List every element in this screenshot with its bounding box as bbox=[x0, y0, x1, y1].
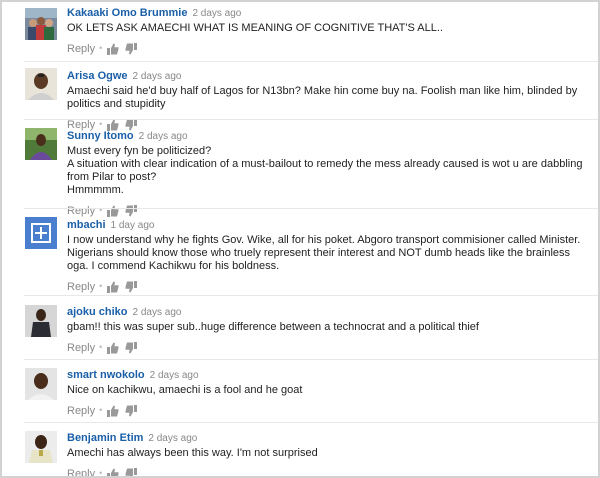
comment-author[interactable]: Arisa Ogwe bbox=[67, 70, 128, 82]
thumbs-down-icon[interactable] bbox=[125, 342, 138, 357]
comment-text: Amaechi said he'd buy half of Lagos for … bbox=[67, 85, 594, 111]
comment-divider bbox=[24, 61, 598, 62]
comment-divider bbox=[24, 359, 598, 360]
thumbs-up-icon[interactable] bbox=[107, 405, 119, 420]
comment-author[interactable]: Sunny Itomo bbox=[67, 130, 134, 142]
reply-link[interactable]: Reply bbox=[67, 43, 95, 55]
comment-text-line: Amechi has always been this way. I'm not… bbox=[67, 447, 318, 459]
thumbs-down-icon[interactable] bbox=[125, 468, 138, 476]
comment-text-line: Hmmmmm. bbox=[67, 184, 124, 196]
separator-dot: • bbox=[99, 43, 103, 53]
comment-divider bbox=[24, 295, 598, 296]
comment-actions: Reply • bbox=[67, 41, 594, 55]
comment-divider bbox=[24, 119, 598, 120]
comment-author[interactable]: mbachi bbox=[67, 219, 106, 231]
comment-author[interactable]: Kakaaki Omo Brummie bbox=[67, 7, 187, 19]
comment-time[interactable]: 2 days ago bbox=[148, 433, 197, 444]
separator-dot: • bbox=[99, 468, 103, 478]
comment-time[interactable]: 2 days ago bbox=[133, 307, 182, 318]
comment-time[interactable]: 2 days ago bbox=[192, 8, 241, 19]
comment-item: Sunny Itomo 2 days ago Must every fyn be … bbox=[2, 124, 598, 217]
reply-link[interactable]: Reply bbox=[67, 281, 95, 293]
avatar[interactable] bbox=[25, 368, 57, 400]
separator-dot: • bbox=[99, 281, 103, 291]
thumbs-up-icon[interactable] bbox=[107, 342, 119, 357]
comments-panel: Kakaaki Omo Brummie 2 days ago OK LETS AS… bbox=[0, 0, 600, 478]
comment-time[interactable]: 1 day ago bbox=[111, 220, 155, 231]
thumbs-up-icon[interactable] bbox=[107, 43, 119, 58]
comment-item: Kakaaki Omo Brummie 2 days ago OK LETS AS… bbox=[2, 2, 598, 62]
comment-text: Must every fyn be politicized? A situati… bbox=[67, 145, 594, 197]
avatar[interactable] bbox=[25, 68, 57, 100]
avatar[interactable] bbox=[25, 8, 57, 40]
comment-text-line: I now understand why he fights Gov. Wike… bbox=[67, 234, 581, 272]
comment-time[interactable]: 2 days ago bbox=[139, 131, 188, 142]
avatar[interactable] bbox=[25, 431, 57, 463]
separator-dot: • bbox=[99, 405, 103, 415]
comment-text-line: Must every fyn be politicized? bbox=[67, 145, 212, 157]
comment-time[interactable]: 2 days ago bbox=[133, 71, 182, 82]
thumbs-up-icon[interactable] bbox=[107, 281, 119, 296]
comment-text-line: A situation with clear indication of a m… bbox=[67, 158, 583, 183]
comment-text: OK LETS ASK AMAECHI WHAT IS MEANING OF C… bbox=[67, 22, 594, 35]
thumbs-down-icon[interactable] bbox=[125, 281, 138, 296]
comment-author[interactable]: Benjamin Etim bbox=[67, 432, 143, 444]
thumbs-down-icon[interactable] bbox=[125, 405, 138, 420]
comment-author[interactable]: smart nwokolo bbox=[67, 369, 145, 381]
avatar[interactable] bbox=[25, 305, 57, 337]
avatar[interactable] bbox=[25, 128, 57, 160]
comment-text: Nice on kachikwu, amaechi is a fool and … bbox=[67, 384, 594, 397]
comment-time[interactable]: 2 days ago bbox=[150, 370, 199, 381]
comment-actions: Reply • bbox=[67, 279, 594, 293]
comment-author[interactable]: ajoku chiko bbox=[67, 306, 128, 318]
comment-text-line: OK LETS ASK AMAECHI WHAT IS MEANING OF C… bbox=[67, 22, 443, 34]
comment-text-line: Nice on kachikwu, amaechi is a fool and … bbox=[67, 384, 303, 396]
reply-link[interactable]: Reply bbox=[67, 342, 95, 354]
comment-divider bbox=[24, 208, 598, 209]
comment-text-line: gbam!! this was super sub..huge differen… bbox=[67, 321, 479, 333]
comment-divider bbox=[24, 422, 598, 423]
thumbs-up-icon[interactable] bbox=[107, 468, 119, 476]
comment-actions: Reply • bbox=[67, 403, 594, 417]
comment-text-line: Amaechi said he'd buy half of Lagos for … bbox=[67, 85, 578, 110]
comment-item: Arisa Ogwe 2 days ago Amaechi said he'd b… bbox=[2, 64, 598, 131]
separator-dot: • bbox=[99, 342, 103, 352]
comment-text: I now understand why he fights Gov. Wike… bbox=[67, 234, 594, 273]
comment-text: gbam!! this was super sub..huge differen… bbox=[67, 321, 594, 334]
comment-actions: Reply • bbox=[67, 340, 594, 354]
comment-item: ajoku chiko 2 days ago gbam!! this was su… bbox=[2, 301, 598, 357]
comment-item: smart nwokolo 2 days ago Nice on kachikwu… bbox=[2, 364, 598, 420]
comment-actions: Reply • bbox=[67, 466, 594, 478]
reply-link[interactable]: Reply bbox=[67, 468, 95, 476]
comment-text: Amechi has always been this way. I'm not… bbox=[67, 447, 594, 460]
thumbs-down-icon[interactable] bbox=[125, 43, 138, 58]
comment-item: mbachi 1 day ago I now understand why he … bbox=[2, 213, 598, 293]
reply-link[interactable]: Reply bbox=[67, 405, 95, 417]
avatar[interactable] bbox=[25, 217, 57, 249]
comment-item: Benjamin Etim 2 days ago Amechi has alway… bbox=[2, 427, 598, 476]
